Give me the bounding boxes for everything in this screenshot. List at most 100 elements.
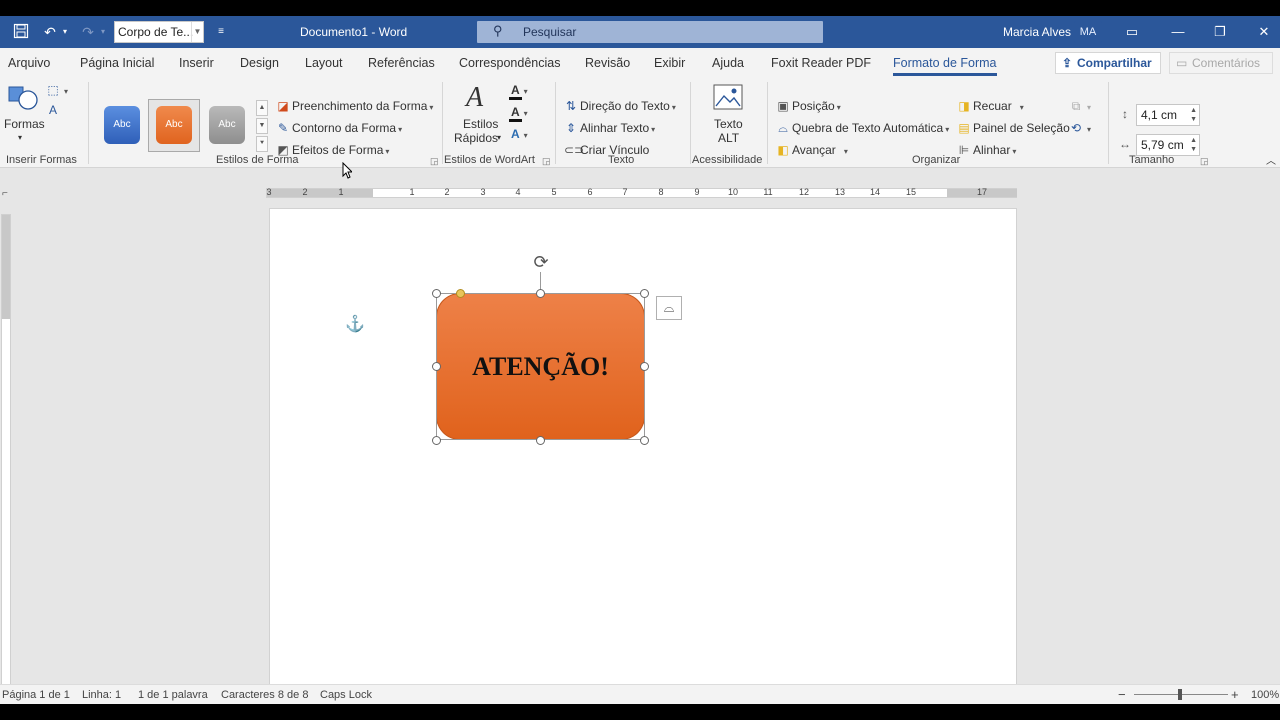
character-count[interactable]: Caracteres 8 de 8 xyxy=(221,685,308,704)
gallery-down-icon[interactable]: ▼ xyxy=(256,118,268,134)
height-input[interactable]: 4,1 cm ▲ ▼ xyxy=(1136,104,1200,126)
wordart-icon: A xyxy=(466,82,484,113)
anchor-icon[interactable]: ⚓ xyxy=(345,314,365,334)
spinner-icon[interactable]: ▲ ▼ xyxy=(1190,106,1197,124)
tab-exibir[interactable]: Exibir xyxy=(654,48,685,78)
bring-forward-button[interactable]: ◧ Avançar ▾ xyxy=(776,142,848,160)
ruler-margin xyxy=(267,189,373,197)
word-count[interactable]: 1 de 1 palavra xyxy=(138,685,208,704)
width-input[interactable]: 5,79 cm ▲ ▼ xyxy=(1136,134,1200,156)
create-link-button[interactable]: ⊂⊃Criar Vínculo xyxy=(564,142,649,158)
shapes-icon xyxy=(8,86,38,110)
zoom-out-icon[interactable]: − xyxy=(1118,685,1126,704)
user-name[interactable]: Marcia Alves xyxy=(1003,16,1071,48)
customize-qat-icon[interactable]: ≡ xyxy=(214,23,228,41)
save-icon[interactable] xyxy=(12,23,30,41)
tab-revisao[interactable]: Revisão xyxy=(585,48,630,78)
gallery-up-icon[interactable]: ▲ xyxy=(256,100,268,116)
redo-icon[interactable]: ↷ xyxy=(78,23,98,41)
text-direction-button[interactable]: ⇅ Direção do Texto ▾ xyxy=(564,98,676,116)
paint-bucket-icon: ◪ xyxy=(277,99,289,113)
restore-icon[interactable]: ❐ xyxy=(1197,16,1243,48)
vertical-ruler[interactable] xyxy=(1,214,11,698)
comments-button[interactable]: ▭ Comentários xyxy=(1169,52,1273,74)
spinner-icon[interactable]: ▲ ▼ xyxy=(1190,136,1197,154)
align-text-button[interactable]: ⇕ Alinhar Texto ▾ xyxy=(564,120,655,138)
avatar[interactable]: MA xyxy=(1074,21,1102,43)
tab-arquivo[interactable]: Arquivo xyxy=(8,48,50,78)
ribbon-display-options-icon[interactable]: ▭ xyxy=(1109,16,1155,48)
shape-fill-button[interactable]: ◪ Preenchimento da Forma ▾ xyxy=(276,98,433,116)
shape-outline-button[interactable]: ✎ Contorno da Forma ▾ xyxy=(276,120,402,138)
tab-inserir[interactable]: Inserir xyxy=(179,48,214,78)
tab-referencias[interactable]: Referências xyxy=(368,48,435,78)
text-outline-button[interactable]: A ▾ xyxy=(509,104,528,122)
text-box-icon[interactable]: A xyxy=(46,102,62,118)
adjustment-handle[interactable] xyxy=(456,289,465,298)
shape-style-orange[interactable]: Abc xyxy=(156,106,192,144)
rotate-icon: ⟲ xyxy=(1070,121,1082,135)
tab-layout[interactable]: Layout xyxy=(305,48,343,78)
undo-icon[interactable]: ↶ xyxy=(40,23,60,41)
wrap-text-button[interactable]: ⌓ Quebra de Texto Automática ▾ xyxy=(776,120,949,138)
text-effects-button[interactable]: A ▾ xyxy=(509,126,528,144)
document-page[interactable] xyxy=(269,208,1017,702)
text-effects-icon: A xyxy=(511,127,520,141)
tab-pagina-inicial[interactable]: Página Inicial xyxy=(80,48,154,78)
undo-dropdown-icon[interactable]: ▾ xyxy=(60,23,70,41)
dialog-launcher-icon[interactable]: ◲ xyxy=(430,156,439,167)
search-box[interactable]: ⚲ Pesquisar xyxy=(477,21,823,43)
resize-handle[interactable] xyxy=(640,436,649,445)
resize-handle[interactable] xyxy=(536,289,545,298)
tab-ajuda[interactable]: Ajuda xyxy=(712,48,744,78)
position-label: Posição xyxy=(792,99,835,113)
tab-foxit-reader-pdf[interactable]: Foxit Reader PDF xyxy=(771,48,871,78)
share-button[interactable]: ⇪ Compartilhar xyxy=(1055,52,1161,74)
chevron-down-icon[interactable]: ▼ xyxy=(191,22,203,42)
shape-style-blue[interactable]: Abc xyxy=(104,106,140,144)
gallery-more-icon[interactable]: ⯆ xyxy=(256,136,268,152)
status-bar: Página 1 de 1 Linha: 1 1 de 1 palavra Ca… xyxy=(0,684,1280,704)
shape-style-gray[interactable]: Abc xyxy=(209,106,245,144)
collapse-ribbon-icon[interactable]: ︿ xyxy=(1266,154,1276,170)
resize-handle[interactable] xyxy=(536,436,545,445)
layout-options-icon[interactable]: ⌓ xyxy=(656,296,682,320)
page-count[interactable]: Página 1 de 1 xyxy=(2,685,70,704)
text-outline-icon: A xyxy=(509,105,522,122)
rotate-objects-button[interactable]: ⟲ ▾ xyxy=(1069,120,1091,138)
style-combo-box[interactable]: Corpo de Te... ▼ xyxy=(114,21,204,43)
zoom-slider-thumb[interactable] xyxy=(1178,689,1182,700)
tab-design[interactable]: Design xyxy=(240,48,279,78)
tab-correspondencias[interactable]: Correspondências xyxy=(459,48,560,78)
zoom-level[interactable]: 100% xyxy=(1251,685,1279,704)
ruler-number: 1 xyxy=(338,187,344,197)
horizontal-ruler[interactable]: 3 2 1 1 2 3 4 5 6 7 8 9 10 11 12 13 14 1… xyxy=(266,187,1017,198)
text-direction-label: Direção do Texto xyxy=(580,99,670,113)
dialog-launcher-icon[interactable]: ◲ xyxy=(542,156,551,167)
align-text-icon: ⇕ xyxy=(565,121,577,135)
tab-selector-icon[interactable]: ⌐ xyxy=(2,188,8,199)
pencil-icon: ✎ xyxy=(277,121,289,135)
minimize-icon[interactable]: — xyxy=(1155,16,1201,48)
resize-handle[interactable] xyxy=(432,289,441,298)
alt-text-icon xyxy=(713,84,743,110)
dialog-launcher-icon[interactable]: ◲ xyxy=(1200,156,1209,167)
align-button[interactable]: ⊫ Alinhar ▾ xyxy=(957,142,1017,160)
tab-formato-de-forma[interactable]: Formato de Forma xyxy=(893,48,997,78)
resize-handle[interactable] xyxy=(640,362,649,371)
zoom-in-icon[interactable]: + xyxy=(1231,685,1239,704)
resize-handle[interactable] xyxy=(432,362,441,371)
group-icon: ⧉ xyxy=(1071,99,1081,113)
position-button[interactable]: ▣ Posição ▾ xyxy=(776,98,840,116)
text-fill-button[interactable]: A ▾ xyxy=(509,82,528,100)
redo-dropdown-icon[interactable]: ▾ xyxy=(98,23,108,41)
selection-pane-button[interactable]: ▤ Painel de Seleção xyxy=(957,120,1069,136)
send-backward-button[interactable]: ◨ Recuar ▾ xyxy=(957,98,1023,116)
resize-handle[interactable] xyxy=(640,289,649,298)
rotate-handle-icon[interactable]: ⟳ xyxy=(529,250,553,274)
group-label-tamanho: Tamanho xyxy=(1129,154,1175,166)
close-icon[interactable]: ✕ xyxy=(1241,16,1280,48)
resize-handle[interactable] xyxy=(432,436,441,445)
group-objects-button[interactable]: ⧉ ▾ xyxy=(1069,98,1091,116)
edit-shape-icon[interactable]: ⬚ ▾ xyxy=(46,82,68,100)
